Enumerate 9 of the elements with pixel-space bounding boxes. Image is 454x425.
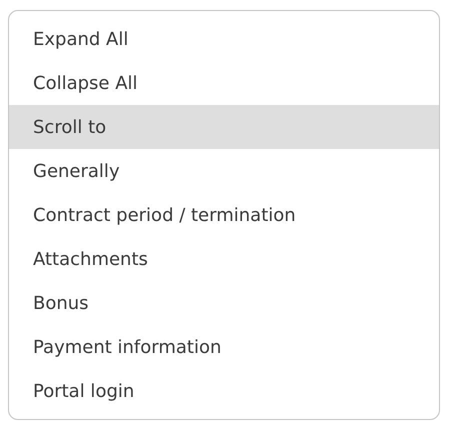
menu-item[interactable]: Attachments (9, 237, 439, 281)
menu-item[interactable]: Expand All (9, 17, 439, 61)
menu-item[interactable]: Bonus (9, 281, 439, 325)
menu-item[interactable]: Generally (9, 149, 439, 193)
menu-item[interactable]: Collapse All (9, 61, 439, 105)
menu-item[interactable]: Scroll to (9, 105, 439, 149)
menu-item[interactable]: Portal login (9, 369, 439, 413)
menu-item[interactable]: Contract period / termination (9, 193, 439, 237)
menu-item[interactable]: Payment information (9, 325, 439, 369)
